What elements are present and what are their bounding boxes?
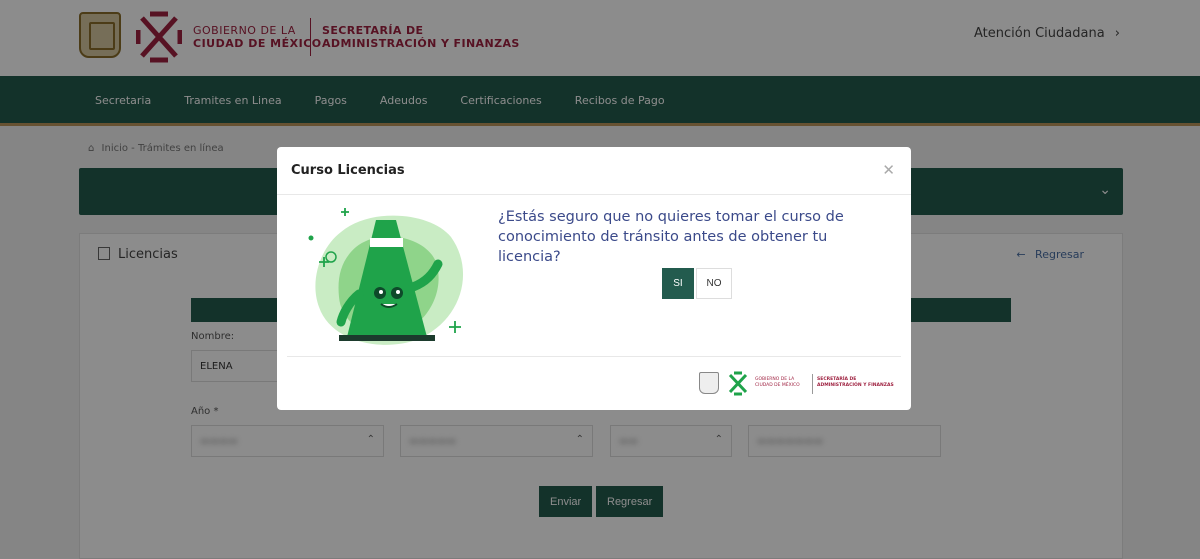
coat-of-arms-logo [699, 372, 719, 394]
footer-secretaria-text: SECRETARÍA DE ADMINISTRACIÓN Y FINANZAS [817, 377, 894, 388]
footer-government-logo: GOBIERNO DE LA CIUDAD DE MÉXICO SECRETAR… [699, 371, 899, 397]
close-icon[interactable]: ✕ [882, 161, 895, 179]
si-button[interactable]: SI [662, 268, 694, 299]
cdmx-mark-logo [728, 371, 748, 396]
footer-gobierno-text: GOBIERNO DE LA CIUDAD DE MÉXICO [755, 377, 800, 388]
modal-title: Curso Licencias [291, 163, 405, 178]
modal-footer-divider [287, 356, 901, 357]
footer-divider-line [812, 374, 813, 394]
modal-header-divider [277, 194, 911, 195]
traffic-cone-mascot-illustration [308, 208, 464, 345]
confirmation-question: ¿Estás seguro que no quieres tomar el cu… [498, 209, 844, 265]
no-button[interactable]: NO [696, 268, 732, 299]
curso-licencias-modal: Curso Licencias ✕ ¿Estás seguro que no q… [277, 147, 911, 410]
